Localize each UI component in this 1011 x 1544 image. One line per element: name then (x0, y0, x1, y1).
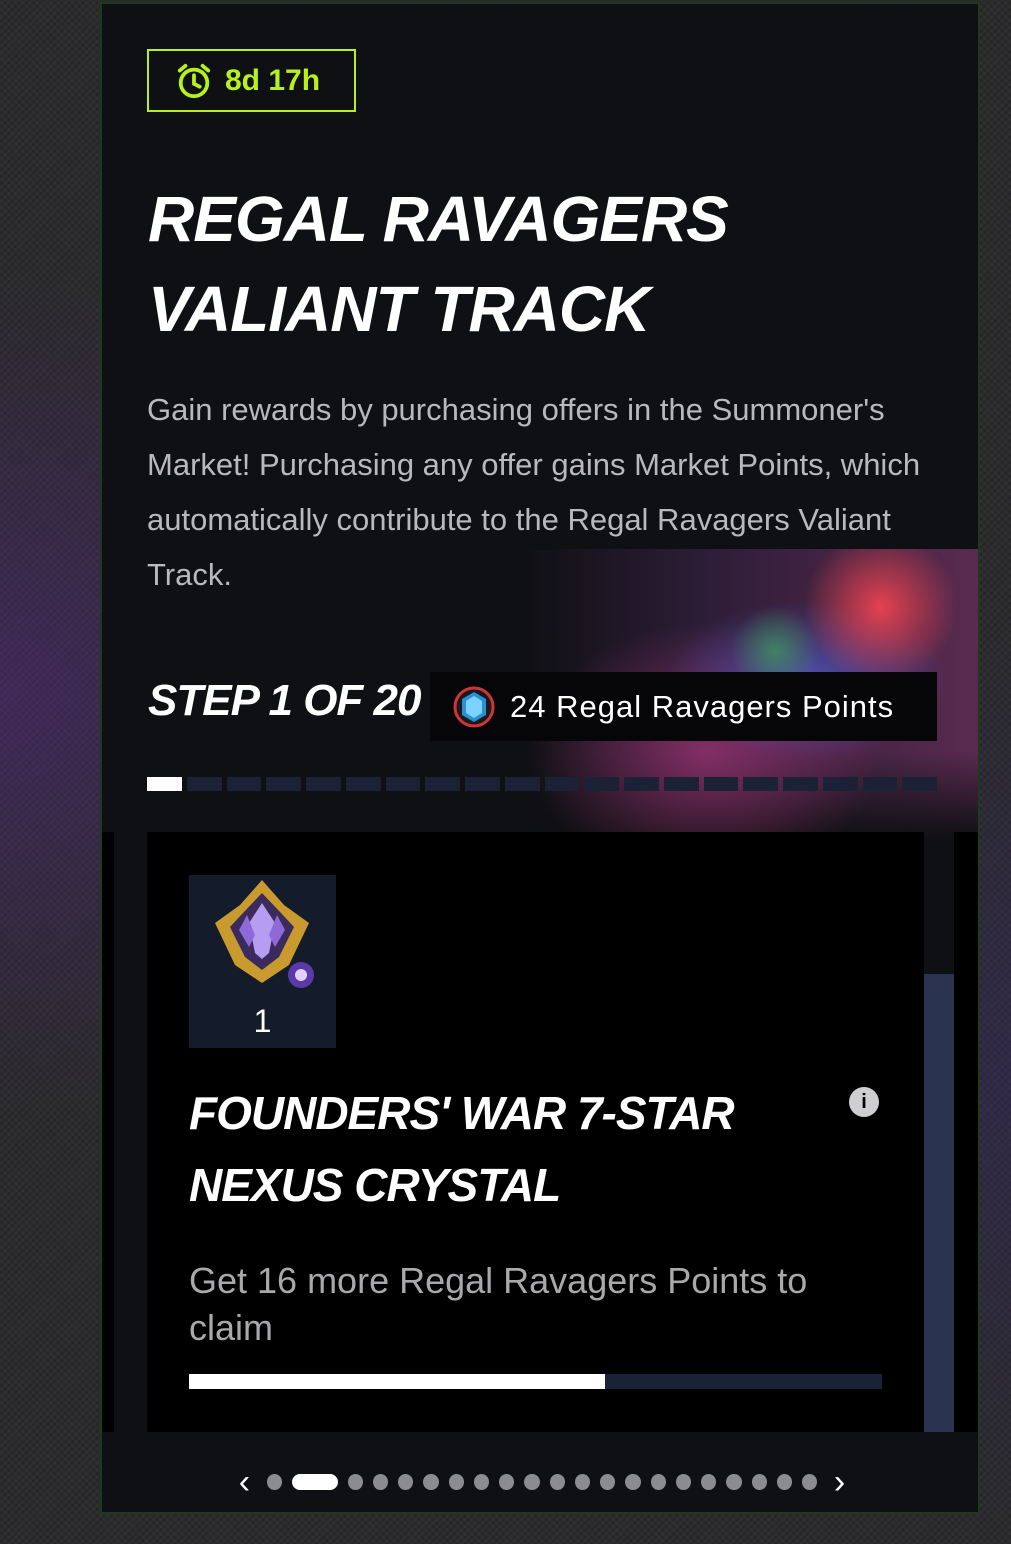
step-segment (226, 777, 262, 791)
pager-dot[interactable] (423, 1474, 439, 1490)
step-segment (703, 777, 739, 791)
step-segment (385, 777, 421, 791)
reward-title: FOUNDERS' WAR 7-STAR NEXUS CRYSTAL (189, 1087, 735, 1211)
pager-dot[interactable] (549, 1474, 565, 1490)
step-segment (504, 777, 540, 791)
valiant-track-card: 8d 17h REGAL RAVAGERS VALIANT TRACK Gain… (100, 2, 980, 1514)
pager-dot[interactable] (600, 1474, 616, 1490)
step-segment (544, 777, 580, 791)
step-segment (465, 777, 500, 791)
pager-dot[interactable] (499, 1474, 515, 1490)
event-timer: 8d 17h (147, 49, 356, 112)
reward-quantity: 1 (253, 1003, 272, 1039)
next-card-peek[interactable] (954, 832, 978, 1432)
timer-text: 8d 17h (225, 63, 321, 97)
pager-dot[interactable] (473, 1474, 490, 1490)
step-segment (345, 777, 381, 791)
chevron-right-icon[interactable]: › (827, 1464, 852, 1500)
pager-dot[interactable] (776, 1474, 792, 1490)
pager-dot[interactable] (701, 1474, 717, 1490)
info-icon[interactable]: i (849, 1087, 879, 1117)
step-segment (266, 777, 301, 791)
step-segment (663, 777, 699, 791)
pager-dot[interactable] (448, 1474, 464, 1490)
track-description: Gain rewards by purchasing offers in the… (147, 392, 921, 592)
reward-card: 1 FOUNDERS' WAR 7-STAR NEXUS CRYSTAL i G… (147, 832, 924, 1432)
pager-dot[interactable] (372, 1474, 389, 1490)
step-segment (822, 777, 858, 791)
pager-dot[interactable] (751, 1474, 767, 1490)
pager-dot[interactable] (650, 1474, 666, 1490)
reward-progress-fill (189, 1374, 605, 1389)
track-title: REGAL RAVAGERS VALIANT TRACK (148, 183, 729, 345)
step-progress-segments (147, 777, 937, 791)
step-segment (186, 777, 222, 791)
regal-ravagers-points-icon (453, 686, 495, 727)
pager-dot[interactable] (398, 1474, 414, 1490)
step-segment (425, 777, 460, 791)
reward-thumbnail: 1 (189, 875, 336, 1048)
chevron-left-icon[interactable]: ‹ (232, 1464, 257, 1500)
pager-dot[interactable] (347, 1474, 363, 1490)
pager-dot[interactable] (726, 1474, 742, 1490)
pager-dot[interactable] (292, 1474, 338, 1490)
carousel-pager: ‹ › (232, 1464, 852, 1500)
points-text: 24 Regal Ravagers Points (510, 688, 895, 724)
step-segment (743, 777, 778, 791)
pager-dot[interactable] (625, 1474, 641, 1490)
reward-claim-message: Get 16 more Regal Ravagers Points to cla… (189, 1260, 808, 1348)
pager-dot[interactable] (675, 1474, 692, 1490)
alarm-clock-icon (177, 63, 211, 98)
step-segment (862, 777, 898, 791)
step-segment (306, 777, 341, 791)
pager-dot[interactable] (801, 1474, 818, 1490)
step-segment (147, 777, 182, 791)
points-badge: 24 Regal Ravagers Points (430, 672, 937, 741)
pager-dot[interactable] (574, 1474, 591, 1490)
prev-card-peek[interactable] (102, 832, 114, 1432)
step-segment (783, 777, 818, 791)
step-segment (584, 777, 619, 791)
next-card-accent (924, 974, 954, 1432)
pager-dot[interactable] (266, 1474, 283, 1490)
step-segment (624, 777, 659, 791)
step-label: STEP 1 OF 20 (148, 676, 421, 725)
nexus-crystal-icon (215, 880, 314, 988)
reward-progress-bar (189, 1374, 882, 1389)
pager-dot[interactable] (524, 1474, 540, 1490)
step-segment (902, 777, 937, 791)
